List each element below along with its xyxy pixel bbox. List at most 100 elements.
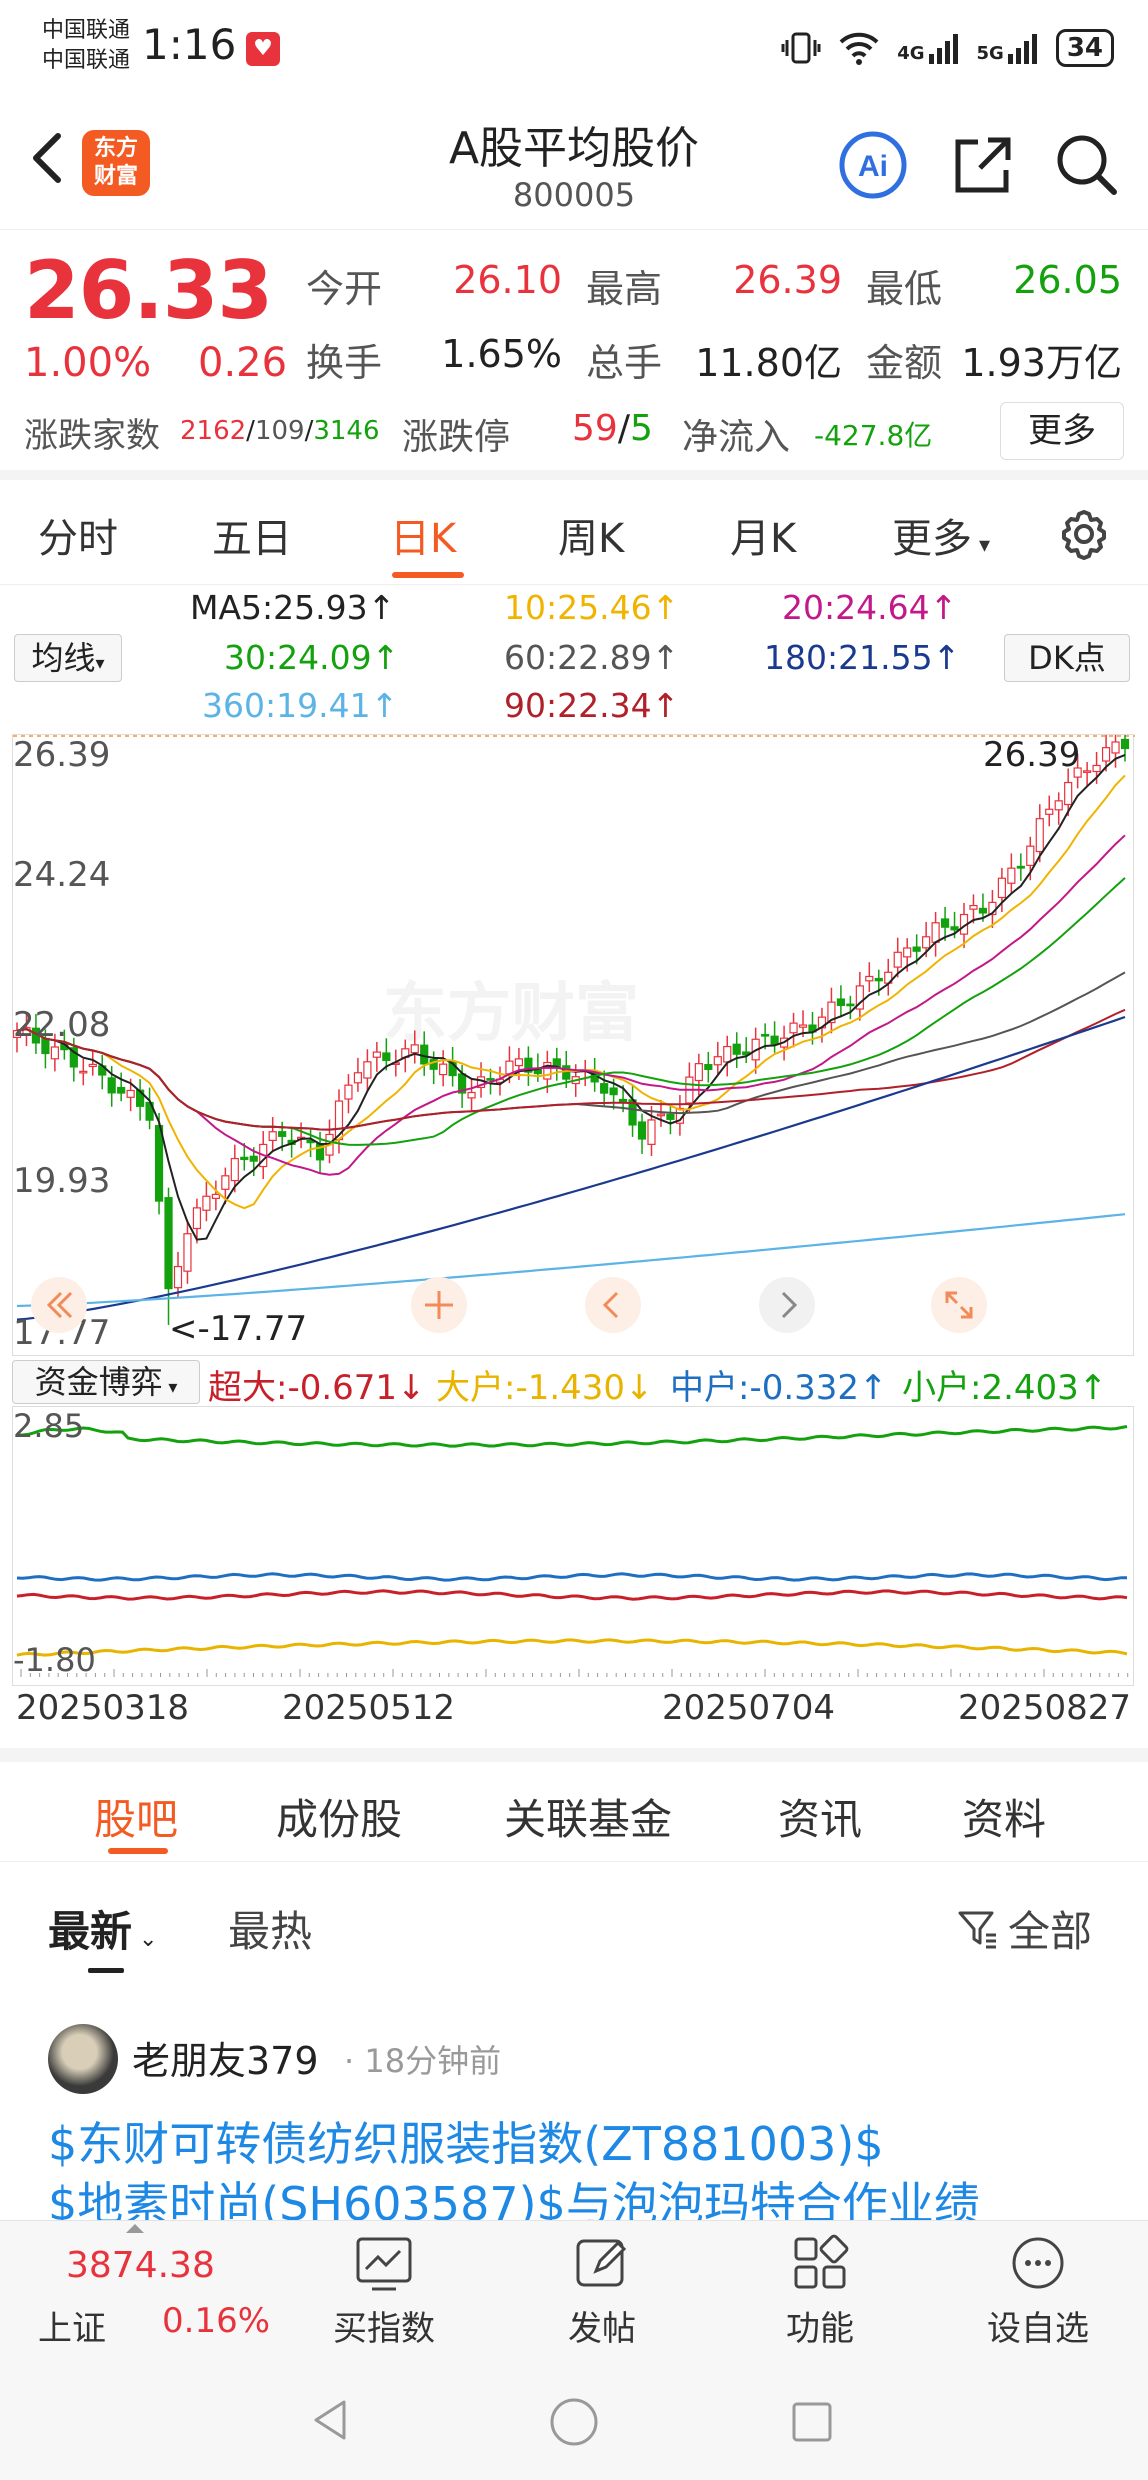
kline-chart[interactable]: 东方财富 26.39 24.24 22.08 19.93 17.77 26.39… bbox=[12, 734, 1135, 1356]
clock: 1:16 bbox=[142, 20, 237, 69]
capital-flow-selector[interactable]: 资金博弈 ▾ bbox=[12, 1360, 200, 1404]
x-date-2: 20250512 bbox=[282, 1688, 456, 1728]
candle-body bbox=[1035, 818, 1044, 853]
flow-y-top: 2.85 bbox=[13, 1407, 85, 1445]
breadth-label: 涨跌家数 bbox=[24, 416, 160, 456]
tab-related-funds[interactable]: 关联基金 bbox=[504, 1786, 672, 1847]
system-recents-icon[interactable] bbox=[788, 2398, 836, 2446]
nav-add-watchlist[interactable]: 设自选 bbox=[958, 2233, 1118, 2350]
value-turnover: 1.65% bbox=[441, 332, 562, 376]
share-icon[interactable] bbox=[948, 130, 1018, 200]
tab-intraday[interactable]: 分时 bbox=[38, 506, 118, 564]
candle-body bbox=[713, 1056, 722, 1066]
capital-flow-chart[interactable]: 2.85 -1.80 bbox=[12, 1406, 1134, 1686]
candle-body bbox=[173, 1265, 183, 1289]
candle-body bbox=[893, 951, 902, 968]
caret-up-icon bbox=[126, 2224, 144, 2233]
candle-body bbox=[117, 1086, 126, 1094]
system-back-icon[interactable] bbox=[306, 2396, 354, 2444]
flow-y-bottom: -1.80 bbox=[13, 1641, 96, 1679]
candle-body bbox=[723, 1045, 732, 1063]
candle-body bbox=[1016, 865, 1025, 869]
post-line-2[interactable]: $地素时尚(SH603587)$与泡泡玛特合作业绩 bbox=[48, 2174, 1128, 2220]
tab-more[interactable]: 更多 ▾ bbox=[892, 506, 990, 564]
index-value[interactable]: 3874.38 bbox=[66, 2245, 215, 2286]
settings-gear-icon[interactable] bbox=[1056, 506, 1112, 562]
nav-buy-index[interactable]: 买指数 bbox=[304, 2233, 464, 2350]
ma-30: 30:24.09↑ bbox=[224, 638, 400, 677]
label-turnover: 换手 bbox=[306, 341, 383, 385]
candle-body bbox=[439, 1063, 448, 1076]
tab-forum[interactable]: 股吧 bbox=[94, 1786, 178, 1847]
tab-weekly-k[interactable]: 周K bbox=[558, 506, 624, 564]
limit-sep: / bbox=[617, 408, 630, 449]
ai-assistant-icon[interactable]: Ai bbox=[838, 130, 908, 200]
capital-flow-line bbox=[17, 1425, 1128, 1448]
sort-latest[interactable]: 最新 ⌄ bbox=[48, 1898, 157, 1959]
zoom-in-icon[interactable] bbox=[409, 1275, 469, 1335]
label-amount: 金额 bbox=[866, 341, 943, 385]
filter-icon bbox=[958, 1911, 996, 1948]
candle-body bbox=[514, 1058, 524, 1067]
candle-body bbox=[865, 975, 874, 982]
y-tick-3: 22.08 bbox=[13, 1005, 111, 1045]
breadth-up: 2162 bbox=[180, 416, 247, 446]
nav-functions-label: 功能 bbox=[786, 2309, 854, 2349]
index-change[interactable]: 0.16% bbox=[162, 2301, 270, 2341]
flow-medium: 中户:-0.332↑ bbox=[670, 1368, 888, 1408]
candle-body bbox=[249, 1155, 258, 1162]
status-bar: 中国联通 中国联通 1:16 ♥ 4G 5G 34 bbox=[0, 0, 1148, 100]
carrier-1: 中国联通 bbox=[42, 18, 131, 43]
nav-post-label: 发帖 bbox=[568, 2309, 636, 2349]
forum-post[interactable]: 老朋友379 · 18分钟前 $东财可转债纺织服装指数(ZT881003)$ $… bbox=[0, 1990, 1148, 2220]
more-quote-button[interactable]: 更多 bbox=[1000, 402, 1124, 460]
signal-5g-icon: 5G bbox=[977, 32, 1040, 64]
post-line-1[interactable]: $东财可转债纺织服装指数(ZT881003)$ bbox=[48, 2114, 1128, 2174]
tab-profile[interactable]: 资料 bbox=[962, 1786, 1046, 1847]
ma-selector[interactable]: 均线▾ bbox=[14, 634, 122, 682]
candle-body bbox=[363, 1061, 372, 1079]
tab-daily-k[interactable]: 日K bbox=[390, 506, 456, 564]
search-icon[interactable] bbox=[1052, 130, 1122, 200]
post-author[interactable]: 老朋友379 bbox=[132, 2030, 319, 2085]
current-price: 26.33 bbox=[24, 244, 273, 337]
limit-label: 涨跌停 bbox=[402, 417, 511, 458]
y-tick-top: 26.39 bbox=[13, 735, 111, 775]
tab-constituents[interactable]: 成份股 bbox=[276, 1786, 402, 1847]
candle-body bbox=[1111, 741, 1120, 754]
candle-body bbox=[666, 1113, 675, 1120]
avatar[interactable] bbox=[48, 2024, 118, 2094]
tab-monthly-k[interactable]: 月K bbox=[730, 506, 796, 564]
system-home-icon[interactable] bbox=[548, 2396, 600, 2448]
nav-functions[interactable]: 功能 bbox=[740, 2233, 900, 2350]
app-header: 东方 财富 A股平均股价 800005 Ai bbox=[0, 100, 1148, 230]
candle-body bbox=[874, 977, 883, 982]
battery-indicator: 34 bbox=[1055, 29, 1114, 67]
sort-hot[interactable]: 最热 bbox=[228, 1898, 312, 1959]
candle-body bbox=[372, 1051, 381, 1058]
fullscreen-icon[interactable] bbox=[929, 1275, 989, 1335]
index-name[interactable]: 上证 bbox=[38, 2301, 106, 2350]
nav-post[interactable]: 发帖 bbox=[522, 2233, 682, 2350]
dk-point-button[interactable]: DK点 bbox=[1004, 634, 1130, 682]
sort-active-indicator bbox=[88, 1968, 124, 1973]
post-content[interactable]: $东财可转债纺织服装指数(ZT881003)$ $地素时尚(SH603587)$… bbox=[48, 2114, 1128, 2220]
tab-five-day[interactable]: 五日 bbox=[212, 506, 292, 564]
candle-body bbox=[836, 998, 845, 1007]
carrier-info: 中国联通 中国联通 bbox=[42, 16, 130, 76]
scroll-right-icon[interactable] bbox=[757, 1275, 817, 1335]
scroll-left-fast-icon[interactable] bbox=[29, 1275, 89, 1335]
scroll-left-icon[interactable] bbox=[583, 1275, 643, 1335]
health-app-icon: ♥ bbox=[246, 32, 280, 66]
candle-body bbox=[1064, 781, 1073, 806]
candle-body bbox=[107, 1077, 116, 1094]
x-date-4: 20250827 bbox=[958, 1688, 1132, 1728]
candle-body bbox=[618, 1098, 628, 1102]
breadth-sep-1: / bbox=[246, 416, 255, 446]
kline-chart-canvas: 东方财富 bbox=[13, 735, 1135, 1325]
filter-button[interactable]: 全部 bbox=[956, 1898, 1092, 1959]
candle-body bbox=[647, 1119, 656, 1145]
section-divider bbox=[0, 1748, 1148, 1762]
candle-body bbox=[410, 1044, 419, 1054]
tab-news[interactable]: 资讯 bbox=[778, 1786, 862, 1847]
